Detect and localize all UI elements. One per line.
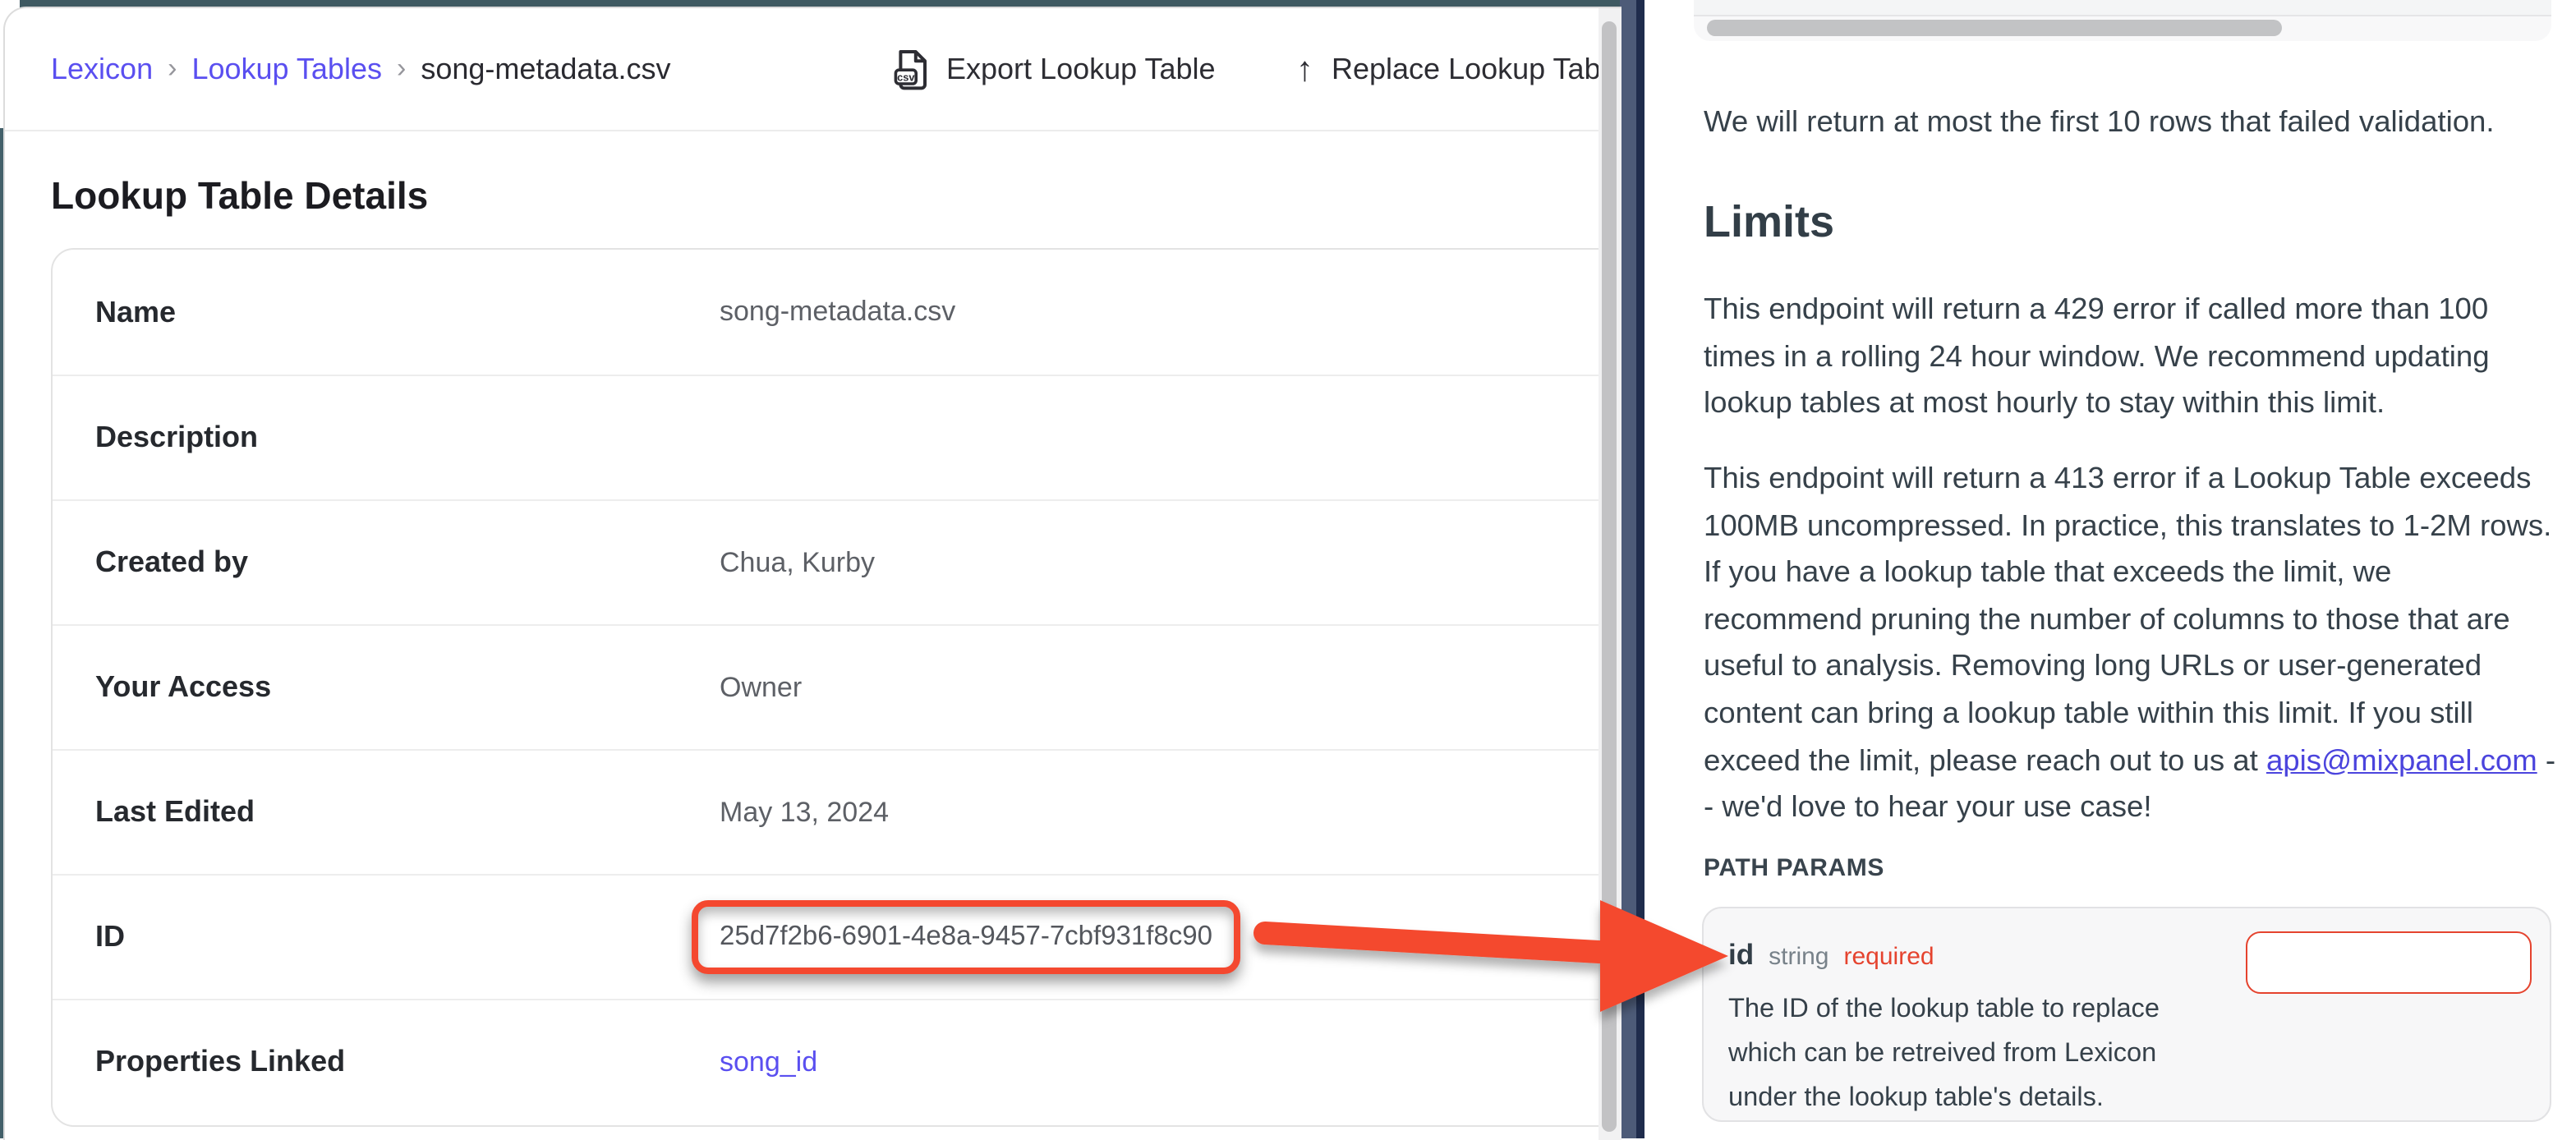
table-row-description: Description (53, 375, 1622, 499)
table-row-created-by: Created by Chua, Kurby (53, 499, 1622, 624)
breadcrumb-lookup-tables[interactable]: Lookup Tables (191, 52, 382, 86)
song-id-property-link[interactable]: song_id (720, 1046, 817, 1078)
row-value: song-metadata.csv (720, 296, 955, 329)
row-label: ID (53, 920, 720, 954)
api-docs-panel: We will return at most the first 10 rows… (1644, 0, 2576, 1138)
path-param-card: id string required The ID of the lookup … (1702, 907, 2551, 1122)
row-value: 25d7f2b6-6901-4e8a-9457-7cbf931f8c90 (720, 900, 1240, 974)
limits-paragraph-429: This endpoint will return a 429 error if… (1704, 286, 2556, 427)
row-label: Last Edited (53, 795, 720, 830)
replace-button-label: Replace Lookup Table (1332, 52, 1622, 86)
docs-top-band (1694, 0, 2551, 16)
top-bar: Lexicon › Lookup Tables › song-metadata.… (5, 8, 1622, 131)
param-type: string (1769, 943, 1828, 971)
row-value: Chua, Kurby (720, 546, 875, 579)
row-label: Properties Linked (53, 1045, 720, 1079)
row-label: Name (53, 295, 720, 329)
row-label: Created by (53, 545, 720, 580)
id-param-input[interactable] (2246, 931, 2532, 994)
upload-arrow-icon: ↑ (1296, 52, 1313, 86)
csv-file-icon: csv (894, 48, 928, 90)
red-arrow-annotation (1245, 867, 1738, 1048)
limits-paragraph-413: This endpoint will return a 413 error if… (1704, 455, 2556, 831)
breadcrumb-lexicon[interactable]: Lexicon (51, 52, 153, 86)
export-button-label: Export Lookup Table (946, 52, 1216, 86)
param-description: The ID of the lookup table to replace wh… (1728, 987, 2221, 1120)
chevron-separator-icon: › (397, 53, 406, 85)
id-highlight-box: 25d7f2b6-6901-4e8a-9457-7cbf931f8c90 (692, 900, 1240, 974)
email-link[interactable]: apis@mixpanel.com (2266, 742, 2537, 776)
screenshot-stage: Lexicon › Lookup Tables › song-metadata.… (0, 0, 2576, 1138)
limits-heading: Limits (1704, 197, 1834, 248)
validation-note: We will return at most the first 10 rows… (1704, 103, 2495, 140)
param-header: id string required (1728, 938, 1934, 972)
page-title: Lookup Table Details (51, 172, 428, 218)
paragraph-text: This endpoint will return a 413 error if… (1704, 460, 2551, 776)
breadcrumb: Lexicon › Lookup Tables › song-metadata.… (51, 8, 670, 130)
param-required-badge: required (1844, 943, 1934, 971)
row-label: Description (53, 421, 720, 455)
horizontal-scrollbar[interactable] (1694, 16, 2551, 41)
horizontal-scrollbar-thumb[interactable] (1707, 20, 2282, 36)
lookup-table-id-value: 25d7f2b6-6901-4e8a-9457-7cbf931f8c90 (720, 922, 1212, 951)
row-value: Owner (720, 671, 802, 704)
table-row-name: Name song-metadata.csv (53, 250, 1622, 375)
table-row-your-access: Your Access Owner (53, 624, 1622, 749)
row-value: May 13, 2024 (720, 796, 889, 829)
svg-text:csv: csv (897, 71, 915, 83)
breadcrumb-current-file: song-metadata.csv (421, 52, 670, 86)
table-row-last-edited: Last Edited May 13, 2024 (53, 749, 1622, 874)
row-label: Your Access (53, 670, 720, 705)
export-lookup-table-button[interactable]: csv Export Lookup Table (894, 8, 1216, 130)
chevron-separator-icon: › (168, 53, 177, 85)
replace-lookup-table-button[interactable]: ↑ Replace Lookup Table (1296, 8, 1622, 130)
